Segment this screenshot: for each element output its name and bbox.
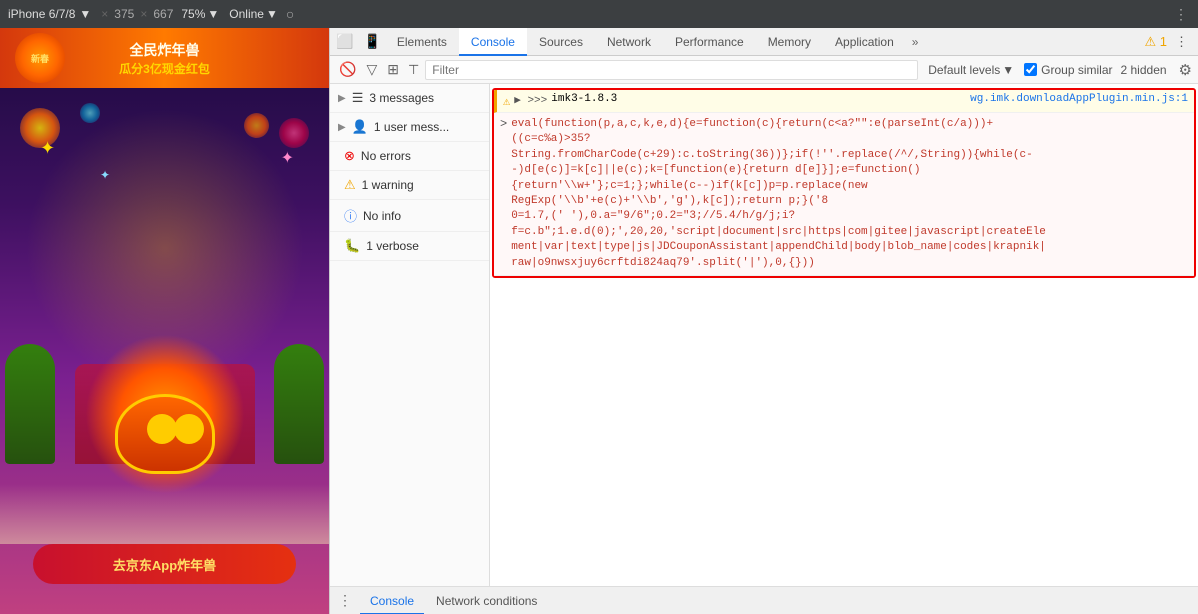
verbose-icon: 🐛	[344, 238, 360, 254]
top-bar-right: ⋮	[1172, 6, 1198, 23]
console-entry-eval[interactable]: > eval(function(p,a,c,k,e,d){e=function(…	[494, 113, 1194, 276]
zoom-dropdown-icon: ▼	[207, 7, 219, 21]
devtools-tab-icons: ⚠ 1 ⋮	[1145, 32, 1198, 52]
search-icon[interactable]: ⊞	[384, 59, 402, 80]
error-icon: ⊗	[344, 148, 355, 164]
warn-icon: ⚠	[344, 177, 356, 193]
sidebar-errors-label: No errors	[361, 149, 481, 163]
tab-memory[interactable]: Memory	[756, 28, 823, 56]
sidebar-item-messages[interactable]: ▶ ☰ 3 messages	[330, 84, 489, 113]
devtools-bottom-bar: ⋮ Console Network conditions	[330, 586, 1198, 614]
separator: ×	[99, 7, 110, 21]
phone-bottom-button[interactable]: 去京东App炸年兽	[33, 544, 296, 584]
phone-panel: 1 新春 全民炸年兽 瓜分3亿现金红包	[0, 28, 330, 614]
warn-entry-icon: ⚠	[503, 93, 510, 109]
eval-code-content: eval(function(p,a,c,k,e,d){e=function(c)…	[511, 117, 1046, 271]
zoom-selector[interactable]: 75% ▼	[177, 7, 223, 21]
console-output-border: ⚠ ▶ >>> imk3-1.8.3 wg.imk.downloadAppPlu…	[492, 88, 1196, 278]
sidebar-item-errors[interactable]: ⊗ No errors	[330, 142, 489, 171]
sidebar-info-label: No info	[363, 209, 481, 223]
top-icon[interactable]: ⊤	[406, 62, 421, 78]
main-layout: 1 新春 全民炸年兽 瓜分3亿现金红包	[0, 28, 1198, 614]
tab-application[interactable]: Application	[823, 28, 906, 56]
bottom-tab-console[interactable]: Console	[360, 587, 424, 614]
tab-elements[interactable]: Elements	[385, 28, 459, 56]
phone-content: 新春 全民炸年兽 瓜分3亿现金红包	[0, 28, 329, 614]
network-selector[interactable]: Online ▼	[223, 7, 284, 21]
sidebar-user-label: 1 user mess...	[374, 120, 481, 134]
height: 667	[149, 7, 177, 21]
devtools-more-icon[interactable]: ⋮	[1173, 32, 1190, 52]
tab-more[interactable]: »	[906, 35, 925, 49]
phone-main-image: ✦ ✦ ✦	[0, 88, 329, 544]
log-entry-source[interactable]: wg.imk.downloadAppPlugin.min.js:1	[970, 93, 1188, 105]
console-content: ▶ ☰ 3 messages ▶ 👤 1 user mess... ⊗ No e…	[330, 84, 1198, 586]
input-arrow: >	[500, 117, 507, 131]
devtools-tabs: ⬜ 📱 Elements Console Sources Network Per…	[330, 28, 1198, 56]
device-dropdown-icon: ▼	[79, 7, 91, 21]
tab-performance[interactable]: Performance	[663, 28, 756, 56]
sidebar-item-info[interactable]: ⓘ No info	[330, 200, 489, 232]
sidebar-verbose-label: 1 verbose	[366, 239, 481, 253]
user-icon: 👤	[352, 119, 368, 135]
zoom-label: 75%	[181, 7, 205, 21]
tab-sources[interactable]: Sources	[527, 28, 595, 56]
console-sidebar: ▶ ☰ 3 messages ▶ 👤 1 user mess... ⊗ No e…	[330, 84, 490, 586]
expand-arrow: ▶ >>>	[514, 93, 547, 107]
more-icon[interactable]: ⋮	[1172, 6, 1190, 23]
devtools-device-icon[interactable]: 📱	[359, 33, 384, 50]
info-icon: ⓘ	[344, 206, 357, 225]
separator2: ×	[138, 7, 149, 21]
online-dropdown-icon: ▼	[266, 7, 278, 21]
console-main: ⚠ ▶ >>> imk3-1.8.3 wg.imk.downloadAppPlu…	[490, 84, 1198, 586]
phone-bottom-button-text: 去京东App炸年兽	[113, 555, 216, 574]
sidebar-item-user[interactable]: ▶ 👤 1 user mess...	[330, 113, 489, 142]
sidebar-warnings-label: 1 warning	[362, 178, 481, 192]
top-bar: iPhone 6/7/8 ▼ × 375 × 667 75% ▼ Online …	[0, 0, 1198, 28]
console-entry-warning[interactable]: ⚠ ▶ >>> imk3-1.8.3 wg.imk.downloadAppPlu…	[494, 90, 1194, 113]
tab-network[interactable]: Network	[595, 28, 663, 56]
sidebar-item-verbose[interactable]: 🐛 1 verbose	[330, 232, 489, 261]
sidebar-messages-label: 3 messages	[369, 91, 481, 105]
console-toolbar: 🚫 ▽ ⊞ ⊤ Default levels ▼ Group similar 2…	[330, 56, 1198, 84]
log-entry-id: imk3-1.8.3	[551, 93, 962, 105]
list-icon: ☰	[352, 90, 364, 106]
device-label: iPhone 6/7/8	[8, 7, 75, 21]
filter-input[interactable]	[425, 60, 918, 80]
phone-top-banner: 新春 全民炸年兽 瓜分3亿现金红包	[0, 28, 329, 88]
group-similar-checkbox[interactable]	[1024, 63, 1037, 76]
width: 375	[110, 7, 138, 21]
default-levels-selector[interactable]: Default levels ▼	[922, 63, 1020, 77]
device-selector[interactable]: iPhone 6/7/8 ▼	[0, 7, 99, 21]
circle-icon[interactable]: ○	[284, 6, 296, 22]
filter-icon[interactable]: ▽	[363, 59, 380, 80]
bottom-tab-network-conditions[interactable]: Network conditions	[426, 587, 547, 614]
devtools-panel: ⬜ 📱 Elements Console Sources Network Per…	[330, 28, 1198, 614]
bottom-more-icon[interactable]: ⋮	[338, 592, 352, 609]
hidden-count: 2 hidden	[1117, 63, 1171, 77]
devtools-inspect-icon[interactable]: ⬜	[330, 33, 359, 50]
clear-console-icon[interactable]: 🚫	[336, 59, 359, 80]
warning-badge: ⚠ 1	[1145, 34, 1168, 50]
sidebar-item-warnings[interactable]: ⚠ 1 warning	[330, 171, 489, 200]
expand-icon: ▶	[338, 93, 346, 104]
expand-icon-2: ▶	[338, 122, 346, 133]
group-similar-toggle: Group similar	[1024, 63, 1112, 77]
tab-console[interactable]: Console	[459, 28, 527, 56]
settings-icon[interactable]: ⚙	[1179, 61, 1192, 79]
online-label: Online	[229, 7, 264, 21]
